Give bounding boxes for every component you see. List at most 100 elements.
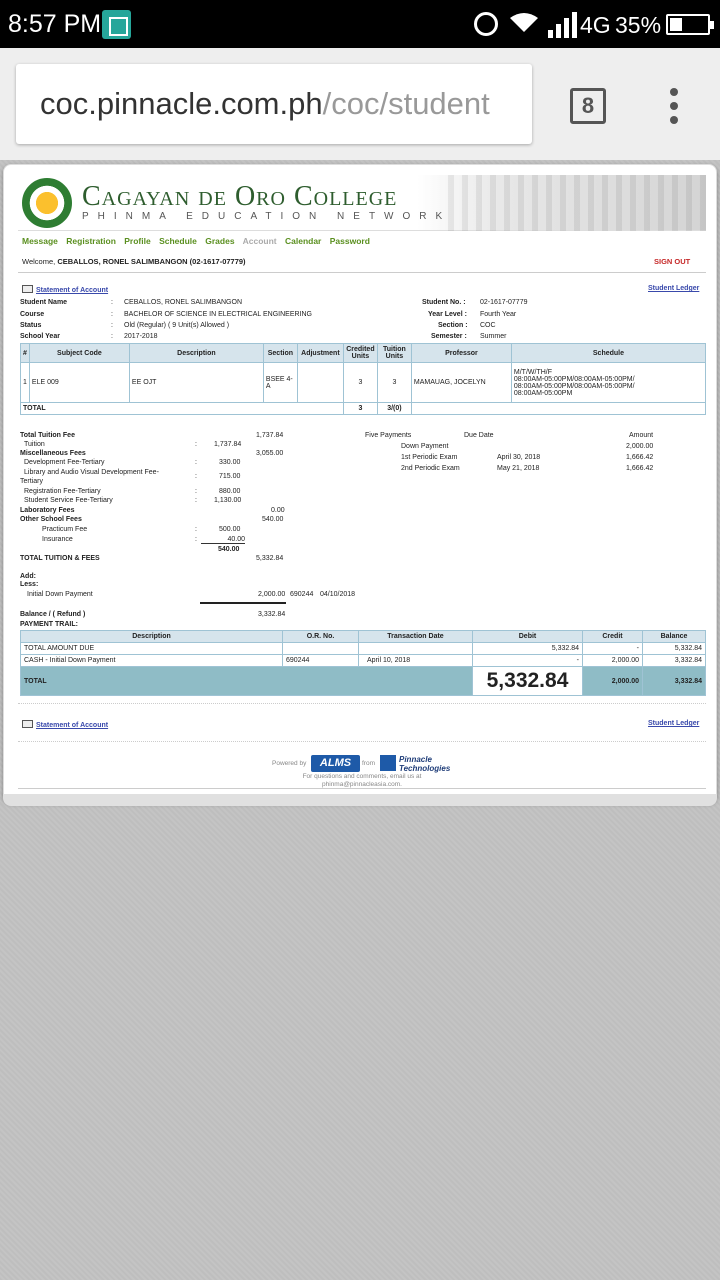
trail-total-debit: 5,332.84: [472, 666, 583, 696]
nav-password[interactable]: Password: [330, 236, 370, 246]
total-credited: 3: [342, 402, 378, 415]
cell-desc: EE OJT: [128, 362, 264, 403]
cell-balance: 5,332.84: [642, 642, 706, 655]
table-row: 1 ELE 009 EE OJT BSEE 4-A 3 3 MAMAUAG, J…: [20, 362, 707, 403]
col-professor: Professor: [410, 343, 512, 363]
col-credit: Credit: [582, 630, 643, 643]
balance-value: 3,332.84: [258, 611, 286, 618]
page-content: Cagayan de Oro College PHINMA EDUCATION …: [18, 175, 707, 789]
subjects-header-row: # Subject Code Description Section Adjus…: [20, 343, 707, 363]
cell-or: [282, 642, 359, 655]
statement-of-account-link[interactable]: Statement of Account: [22, 720, 108, 729]
contact-email[interactable]: phinma@pinnacleasia.com.: [218, 781, 506, 789]
payment-date: April 30, 2018: [497, 454, 541, 461]
status-row: Status: [20, 322, 41, 329]
address-bar[interactable]: coc.pinnacle.com.ph/coc/student: [16, 64, 532, 144]
total-fees-value: 5,332.84: [256, 555, 284, 562]
practicum-label: Practicum Fee: [42, 526, 88, 533]
pinnacle-logo-text: Pinnacle Technologies: [399, 755, 450, 773]
colon: :: [111, 333, 113, 340]
colon: :: [195, 497, 197, 504]
payment-label: 2nd Periodic Exam: [401, 465, 460, 472]
status-label: Status: [20, 322, 42, 329]
student-ledger-link[interactable]: Student Ledger: [648, 720, 699, 727]
payment-trail-table: Description O.R. No. Transaction Date De…: [20, 630, 706, 696]
colon: :: [111, 299, 113, 306]
cell-section: BSEE 4-A: [262, 362, 298, 403]
cell-desc: CASH - Initial Down Payment: [20, 654, 283, 667]
college-name: Cagayan de Oro College: [82, 181, 398, 212]
lib-fee-label-2: Tertiary: [20, 478, 43, 485]
nav-message[interactable]: Message: [22, 236, 58, 246]
battery-icon: [666, 14, 714, 35]
payment-trail-label: PAYMENT TRAIL:: [20, 621, 78, 628]
url-text[interactable]: coc.pinnacle.com.ph/coc/student: [40, 86, 490, 122]
welcome-name: CEBALLOS, RONEL SALIMBANGON (02-1617-077…: [57, 257, 246, 266]
year-level-label: Year Level :: [428, 311, 467, 318]
nav-grades[interactable]: Grades: [205, 236, 234, 246]
table-row: CASH - Initial Down Payment 690244 April…: [20, 654, 706, 667]
welcome-prefix: Welcome,: [22, 257, 56, 266]
practicum-value: 500.00: [219, 526, 241, 533]
pinnacle-logo: Pinnacle Technologies: [380, 754, 454, 773]
printer-icon: [22, 720, 33, 728]
nav-schedule[interactable]: Schedule: [159, 236, 197, 246]
schedule-line: 08:00AM-05:00PM/08:00AM-05:00PM/: [513, 375, 635, 383]
pinnacle-word: Pinnacle: [399, 755, 432, 764]
payment-date: May 21, 2018: [497, 465, 540, 472]
college-banner: Cagayan de Oro College PHINMA EDUCATION …: [18, 175, 706, 231]
cell-or: 690244: [282, 654, 359, 667]
reg-fee-label: Registration Fee-Tertiary: [24, 488, 101, 495]
colon: :: [111, 322, 113, 329]
alarm-icon: [474, 12, 498, 36]
payment-label: 1st Periodic Exam: [401, 454, 458, 461]
sign-out-link[interactable]: SIGN OUT: [654, 257, 690, 266]
student-name-value: CEBALLOS, RONEL SALIMBANGON: [124, 299, 242, 306]
tuition-value: 1,737.84: [214, 441, 242, 448]
svc-fee-value: 1,130.00: [214, 497, 242, 504]
total-label: TOTAL: [20, 402, 344, 415]
total-tuition: 3/(0): [376, 402, 412, 415]
overflow-menu-icon[interactable]: [668, 88, 680, 124]
col-credited-units: Credited Units: [342, 343, 378, 363]
cell-credit: 2,000.00: [582, 654, 643, 667]
colon: :: [195, 536, 197, 543]
status-bar: 8:57 PM 4G 35%: [0, 0, 720, 48]
divider-line: [200, 602, 286, 604]
fees-section: Total Tuition Fee 1,737.84 Tuition : 1,7…: [18, 432, 706, 632]
due-date-header: Due Date: [464, 432, 494, 439]
trail-total-balance: 3,332.84: [642, 666, 706, 696]
col-balance: Balance: [642, 630, 706, 643]
subjects-table: # Subject Code Description Section Adjus…: [20, 343, 707, 415]
tab-switcher-button[interactable]: 8: [570, 88, 606, 124]
other-fees-total: 540.00: [262, 516, 284, 523]
reg-fee-value: 880.00: [219, 488, 241, 495]
student-name-label: Student Name: [20, 299, 68, 306]
student-ledger-link[interactable]: Student Ledger: [648, 285, 699, 292]
misc-label: Miscellaneous Fees: [20, 450, 86, 457]
schedule-line: M/T/W/TH/F: [513, 368, 553, 376]
col-subject-code: Subject Code: [28, 343, 130, 363]
lab-fees-label: Laboratory Fees: [20, 507, 75, 514]
network-tagline: PHINMA EDUCATION NETWORK: [82, 211, 452, 222]
cell-date: [358, 642, 473, 655]
colon: :: [195, 473, 197, 480]
colon: :: [195, 526, 197, 533]
statement-label: Statement of Account: [36, 722, 109, 729]
nav-calendar[interactable]: Calendar: [285, 236, 321, 246]
page-frame: Cagayan de Oro College PHINMA EDUCATION …: [3, 164, 717, 802]
wifi-icon: [510, 13, 538, 32]
divider: [18, 272, 706, 273]
col-tuition-units: Tuition Units: [376, 343, 412, 363]
amount-header: Amount: [629, 432, 654, 439]
technologies-word: Technologies: [399, 764, 451, 773]
dev-fee-value: 330.00: [219, 459, 241, 466]
col-debit: Debit: [472, 630, 583, 643]
colon: :: [111, 311, 113, 318]
statement-of-account-link[interactable]: Statement of Account: [22, 285, 108, 294]
college-seal-logo: [22, 178, 72, 228]
col-description: Description: [20, 630, 283, 643]
nav-registration[interactable]: Registration: [66, 236, 116, 246]
total-tuition-label: Total Tuition Fee: [20, 432, 75, 439]
nav-profile[interactable]: Profile: [124, 236, 150, 246]
